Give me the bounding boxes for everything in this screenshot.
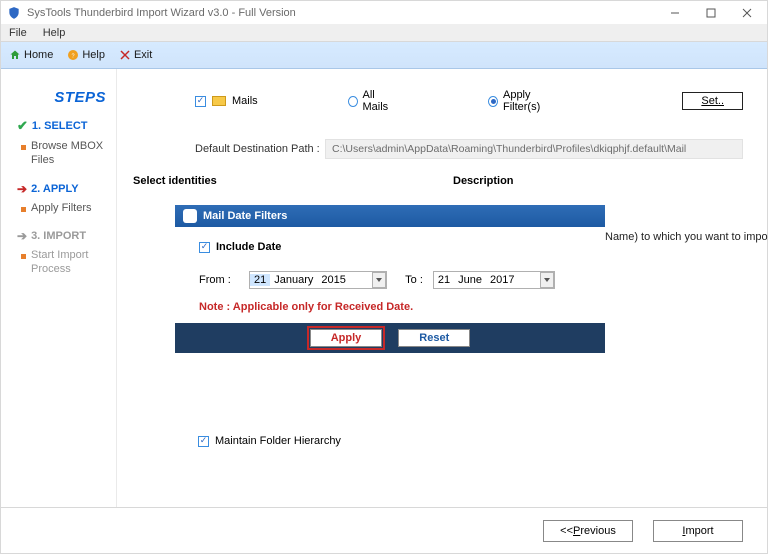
to-date-field[interactable]: 21 June 2017 [433,271,556,289]
radio-icon [348,96,358,107]
date-filter-dialog: Mail Date Filters Include Date From : 21… [175,205,605,353]
steps-heading: STEPS [17,89,106,106]
dialog-icon [183,209,197,223]
radio-icon [488,96,498,107]
include-date-checkbox[interactable]: Include Date [199,241,581,253]
from-label: From : [199,274,239,286]
check-icon: ✔ [17,118,28,134]
chevron-down-icon[interactable] [372,272,386,288]
toolbar-home[interactable]: Home [9,49,53,61]
svg-text:?: ? [72,54,75,60]
toolbar: Home ? Help Exit [1,42,767,69]
previous-button[interactable]: <<Previous [543,520,633,542]
help-icon: ? [67,49,79,61]
dialog-reset-button[interactable]: Reset [398,329,470,347]
step-2: ➔2. APPLY Apply Filters [17,182,106,216]
apply-filters-radio[interactable]: Apply Filter(s) [488,89,562,113]
mails-checkbox[interactable]: Mails [195,95,258,107]
checkbox-icon [198,436,209,447]
step-1-sub[interactable]: Browse MBOX Files [31,140,106,168]
col-description: Description [453,175,514,187]
sidebar: STEPS ✔1. SELECT Browse MBOX Files ➔2. A… [1,69,117,507]
all-mails-radio[interactable]: All Mails [348,89,398,113]
path-label: Default Destination Path : [195,143,325,155]
minimize-button[interactable] [657,2,693,24]
checkbox-icon [195,96,206,107]
maximize-button[interactable] [693,2,729,24]
checkbox-icon [199,242,210,253]
maintain-hierarchy-checkbox[interactable]: Maintain Folder Hierarchy [198,435,341,447]
window-controls [657,2,765,24]
step-3: ➔3. IMPORT Start Import Process [17,229,106,277]
dialog-note: Note : Applicable only for Received Date… [199,301,581,313]
app-icon [7,6,21,20]
bottom-bar: <<Previous Import [1,507,767,553]
mail-icon [212,96,226,106]
step-3-sub: Start Import Process [31,249,106,277]
toolbar-exit[interactable]: Exit [119,49,152,61]
set-button[interactable]: Set.. [682,92,743,110]
arrow-icon: ➔ [17,229,27,243]
step-1: ✔1. SELECT Browse MBOX Files [17,118,106,168]
home-icon [9,49,21,61]
helper-text: Name) to which you want to import the Mb… [605,231,768,243]
toolbar-help[interactable]: ? Help [67,49,105,61]
dialog-apply-button[interactable]: Apply [310,329,383,347]
to-label: To : [397,274,423,286]
close-button[interactable] [729,2,765,24]
from-date-field[interactable]: 21 January 2015 [249,271,387,289]
path-field: C:\Users\admin\AppData\Roaming\Thunderbi… [325,139,743,159]
menu-help[interactable]: Help [43,27,66,39]
chevron-down-icon[interactable] [540,272,554,288]
exit-icon [119,49,131,61]
dialog-title: Mail Date Filters [203,210,287,222]
step-2-sub[interactable]: Apply Filters [31,202,106,216]
arrow-icon: ➔ [17,182,27,196]
col-identities: Select identities [133,175,453,187]
dialog-titlebar: Mail Date Filters [175,205,605,227]
titlebar: SysTools Thunderbird Import Wizard v3.0 … [1,1,767,24]
menubar: File Help [1,24,767,42]
window-title: SysTools Thunderbird Import Wizard v3.0 … [27,7,657,19]
menu-file[interactable]: File [9,27,27,39]
import-button[interactable]: Import [653,520,743,542]
identities-header: Select identities Description [133,175,743,187]
